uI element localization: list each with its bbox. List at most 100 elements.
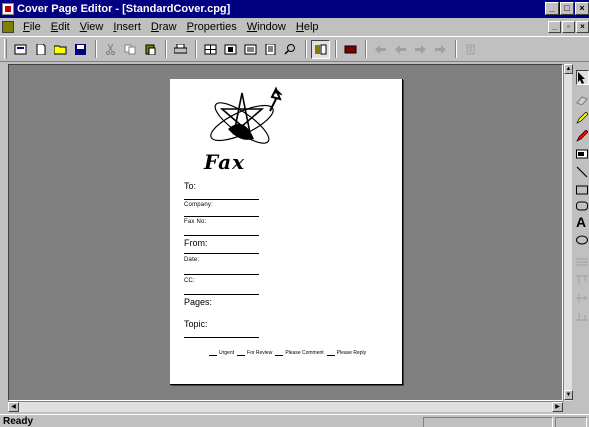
title-bar: Cover Page Editor - [StandardCover.cpg] … <box>0 0 589 18</box>
maximize-button[interactable]: □ <box>560 2 574 15</box>
align-top-tool[interactable] <box>576 272 589 287</box>
line-tool[interactable] <box>576 164 589 179</box>
color-icon <box>344 45 357 53</box>
status-bar: Ready <box>0 414 589 427</box>
company-label: Company: <box>184 202 213 208</box>
send-back-button[interactable] <box>391 40 410 59</box>
please-comment-label: Please Comment <box>285 350 324 356</box>
menu-insert[interactable]: Insert <box>108 21 146 33</box>
topic-label: Topic: <box>184 319 208 329</box>
open-button[interactable] <box>51 40 70 59</box>
please-comment-checkbox[interactable] <box>275 351 284 356</box>
pages-field[interactable]: Pages: <box>184 297 259 315</box>
fax-properties-button[interactable] <box>311 39 330 59</box>
fit-width-icon <box>244 44 257 54</box>
urgent-checkbox[interactable] <box>209 351 217 356</box>
align-middle-tool[interactable] <box>576 290 589 305</box>
fax-no-field[interactable]: Fax No: <box>184 219 259 236</box>
doc-restore-button[interactable]: ▫ <box>562 21 575 33</box>
align-button[interactable] <box>461 40 480 59</box>
paste-button[interactable] <box>141 40 160 59</box>
menu-properties[interactable]: Properties <box>182 21 242 33</box>
print-button[interactable] <box>171 40 190 59</box>
new-page-button[interactable] <box>31 40 50 59</box>
for-review-checkbox[interactable] <box>237 351 246 356</box>
grid-icon <box>204 44 217 54</box>
new-doc-button[interactable] <box>11 40 30 59</box>
app-icon[interactable] <box>2 3 14 15</box>
highlighter-tool[interactable] <box>576 128 589 143</box>
text-tool-icon: A <box>576 213 587 230</box>
for-review-label: For Review <box>247 350 273 356</box>
ellipse-tool[interactable] <box>576 232 589 247</box>
cc-label: CC: <box>184 278 195 284</box>
cut-button[interactable] <box>101 40 120 59</box>
text-tool[interactable]: A <box>576 213 589 230</box>
bring-front-button[interactable] <box>411 40 430 59</box>
cover-page-canvas[interactable]: Fax To: Company: Fax No: From: Date: CC:… <box>170 79 403 385</box>
rounded-rect-tool[interactable] <box>576 198 589 213</box>
scroll-right-button[interactable]: ▶ <box>552 402 563 412</box>
page-button[interactable] <box>261 40 280 59</box>
fit-page-button[interactable] <box>221 40 240 59</box>
menu-help[interactable]: Help <box>291 21 324 33</box>
toolbar-separator <box>305 40 307 58</box>
vertical-scrollbar[interactable]: ▲ ▼ <box>563 64 573 401</box>
minimize-button[interactable]: _ <box>545 2 559 15</box>
date-field[interactable]: Date: <box>184 257 259 275</box>
design-workspace[interactable]: Fax To: Company: Fax No: From: Date: CC:… <box>8 64 563 401</box>
doc-close-button[interactable]: × <box>576 21 589 33</box>
save-button[interactable] <box>71 40 90 59</box>
save-icon <box>75 43 86 55</box>
grid-button[interactable] <box>201 40 220 59</box>
please-reply-label: Please Reply <box>336 350 367 356</box>
copy-button[interactable] <box>121 40 140 59</box>
menu-draw[interactable]: Draw <box>146 21 182 33</box>
to-label: To: <box>184 181 197 191</box>
to-field[interactable]: To: <box>184 181 259 200</box>
color-button[interactable] <box>341 40 360 59</box>
close-button[interactable]: × <box>575 2 589 15</box>
fax-no-label: Fax No: <box>184 219 207 225</box>
toolbar-separator <box>365 40 367 58</box>
pencil-icon <box>576 111 588 124</box>
scroll-left-button[interactable]: ◀ <box>8 402 19 412</box>
toolbar-grip[interactable] <box>4 39 7 59</box>
menu-edit[interactable]: Edit <box>46 21 75 33</box>
topic-field[interactable]: Topic: <box>184 319 259 338</box>
select-tool[interactable] <box>576 70 589 85</box>
horizontal-scrollbar[interactable]: ◀ ▶ <box>8 401 563 412</box>
arrow-right-2-icon <box>435 44 446 54</box>
fax-logo-text[interactable]: Fax <box>204 150 245 174</box>
menu-window[interactable]: Window <box>242 21 291 33</box>
scroll-up-button[interactable]: ▲ <box>564 64 573 74</box>
document-icon[interactable] <box>2 21 14 33</box>
toolbar-separator <box>165 40 167 58</box>
zoom-button[interactable] <box>281 40 300 59</box>
align-top-icon <box>576 275 588 284</box>
page-icon <box>265 43 276 55</box>
doc-minimize-button[interactable]: _ <box>548 21 561 33</box>
open-folder-icon <box>54 45 67 54</box>
pages-label: Pages: <box>184 297 213 307</box>
eraser-tool[interactable] <box>576 92 589 107</box>
date-label: Date: <box>184 257 200 263</box>
fit-width-button[interactable] <box>241 40 260 59</box>
rectangle-tool[interactable] <box>576 182 589 197</box>
spacing-tool[interactable] <box>576 254 589 269</box>
text-frame-tool[interactable] <box>576 146 589 161</box>
scroll-down-button[interactable]: ▼ <box>564 390 573 400</box>
please-reply-checkbox[interactable] <box>326 351 335 356</box>
from-field[interactable]: From: <box>184 238 259 254</box>
menu-file[interactable]: File <box>18 21 46 33</box>
company-field[interactable]: Company: <box>184 202 259 217</box>
send-backward-button[interactable] <box>431 40 450 59</box>
menu-view[interactable]: View <box>75 21 109 33</box>
cc-field[interactable]: CC: <box>184 278 259 295</box>
arrow-left-2-icon <box>395 44 406 54</box>
bring-forward-button[interactable] <box>371 40 390 59</box>
spacing-icon <box>576 258 588 265</box>
distribute-tool[interactable] <box>576 308 589 323</box>
pencil-tool[interactable] <box>576 110 589 125</box>
drawing-toolbar: A <box>574 64 589 404</box>
